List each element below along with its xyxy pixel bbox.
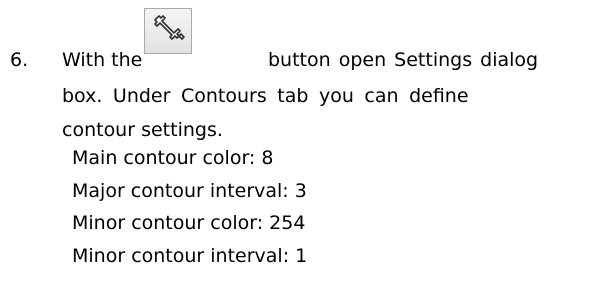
- step-number: 6.: [10, 49, 29, 71]
- step-text-before-icon: With the: [62, 49, 143, 71]
- settings-button[interactable]: [144, 8, 192, 54]
- setting-minor-contour-color: Minor contour color: 254: [72, 212, 306, 234]
- step-text-after-icon: button open Settings dialog: [268, 49, 539, 71]
- step-line-3: contour settings.: [62, 119, 223, 141]
- step-line-1: With the button open Settings dialog: [62, 44, 582, 76]
- instruction-step: 6. With the button open Settings dialog …: [0, 0, 591, 285]
- wrench-icon: [154, 15, 185, 40]
- setting-minor-contour-interval: Minor contour interval: 1: [72, 245, 308, 267]
- step-line-2: box. Under Contours tab you can define: [62, 85, 469, 107]
- setting-main-contour-color: Main contour color: 8: [72, 147, 274, 169]
- setting-major-contour-interval: Major contour interval: 3: [72, 180, 307, 202]
